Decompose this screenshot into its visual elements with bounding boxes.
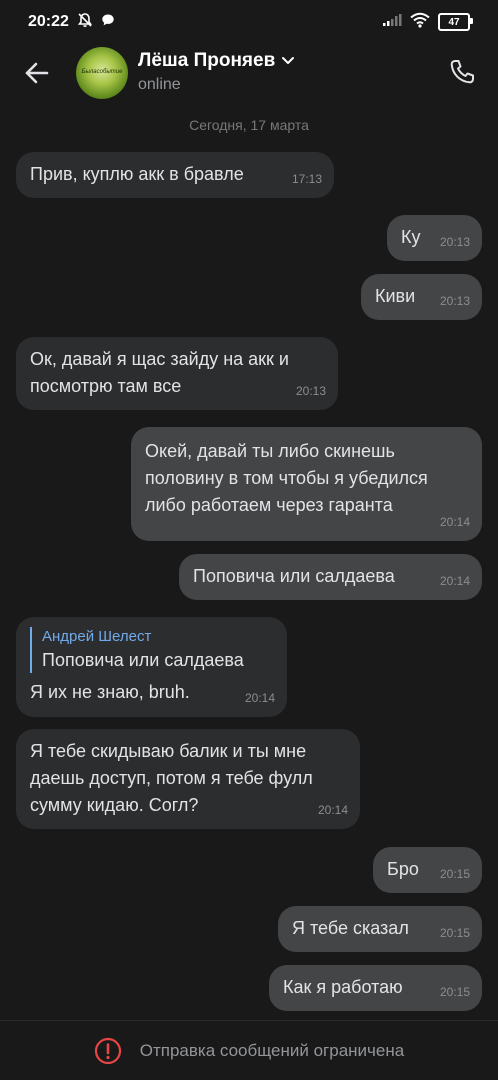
contact-name-label: Лёша Проняев xyxy=(138,50,276,71)
signal-icon xyxy=(382,13,402,32)
message-text: Ок, давай я щас зайду на акк и посмотрю … xyxy=(30,349,289,396)
message-bubble[interactable]: Ок, давай я щас зайду на акк и посмотрю … xyxy=(16,337,338,410)
reply-author: Андрей Шелест xyxy=(42,628,152,645)
wifi-icon xyxy=(410,12,430,33)
back-arrow-icon xyxy=(25,62,49,84)
message-bubble[interactable]: Ку 20:13 xyxy=(387,215,482,261)
message-bubble[interactable]: Я тебе сказал 20:15 xyxy=(278,906,482,952)
status-time: 20:22 xyxy=(28,13,69,30)
date-separator: Сегодня, 17 марта xyxy=(189,117,309,133)
avatar[interactable]: Быласобытие xyxy=(76,47,128,99)
message-bubble[interactable]: Я тебе скидываю балик и ты мне даешь дос… xyxy=(16,729,360,829)
chat-icon xyxy=(101,13,115,32)
message-bubble[interactable]: Бро 20:15 xyxy=(373,847,482,893)
battery-icon: 47 xyxy=(438,13,473,31)
message-bubble[interactable]: Окей, давай ты либо скинешь половину в т… xyxy=(131,427,482,541)
message-bubble-reply[interactable]: Андрей Шелест Поповича или салдаева Я их… xyxy=(16,617,287,717)
message-time: 20:14 xyxy=(439,515,470,529)
message-time: 20:15 xyxy=(439,985,470,999)
call-button[interactable] xyxy=(444,54,480,90)
avatar-text: Быласобытие xyxy=(81,69,123,75)
message-bubble[interactable]: Прив, куплю акк в бравле 17:13 xyxy=(16,152,334,198)
message-text: Поповича или салдаева xyxy=(193,566,395,586)
message-time: 20:13 xyxy=(439,294,470,308)
contact-name[interactable]: Лёша Проняев xyxy=(138,50,295,72)
status-bar: 20:22 47 xyxy=(0,0,498,44)
message-time: 17:13 xyxy=(291,172,322,186)
messaging-restricted-bar: Отправка сообщений ограничена xyxy=(0,1020,498,1080)
back-button[interactable] xyxy=(20,56,54,90)
message-bubble[interactable]: Как я работаю 20:15 xyxy=(269,965,482,1011)
message-text: Прив, куплю акк в бравле xyxy=(30,164,244,184)
reply-quote[interactable]: Андрей Шелест Поповича или салдаева xyxy=(30,627,273,673)
chat-screen: 20:22 47 Быласобытие Лёша Проняев online… xyxy=(0,0,498,1080)
chat-header: Быласобытие Лёша Проняев online xyxy=(0,44,498,104)
message-time: 20:14 xyxy=(317,803,348,817)
chevron-down-icon xyxy=(282,57,295,64)
mute-icon xyxy=(77,12,93,33)
message-bubble[interactable]: Киви 20:13 xyxy=(361,274,482,320)
message-time: 20:13 xyxy=(295,384,326,398)
message-time: 20:15 xyxy=(439,926,470,940)
restricted-message: Отправка сообщений ограничена xyxy=(139,1040,405,1060)
contact-status: online xyxy=(138,76,181,93)
battery-level: 47 xyxy=(448,16,460,28)
message-text: Я тебе скидываю балик и ты мне даешь дос… xyxy=(30,741,313,815)
phone-icon xyxy=(450,60,474,84)
warning-icon xyxy=(94,1037,121,1064)
message-time: 20:15 xyxy=(439,867,470,881)
message-time: 20:14 xyxy=(439,574,470,588)
message-text: Я их не знаю, bruh. xyxy=(30,682,190,702)
message-text: Окей, давай ты либо скинешь половину в т… xyxy=(145,441,428,515)
message-bubble[interactable]: Поповича или салдаева 20:14 xyxy=(179,554,482,600)
reply-text: Поповича или салдаева xyxy=(42,650,244,670)
message-time: 20:13 xyxy=(439,235,470,249)
message-time: 20:14 xyxy=(244,691,275,705)
